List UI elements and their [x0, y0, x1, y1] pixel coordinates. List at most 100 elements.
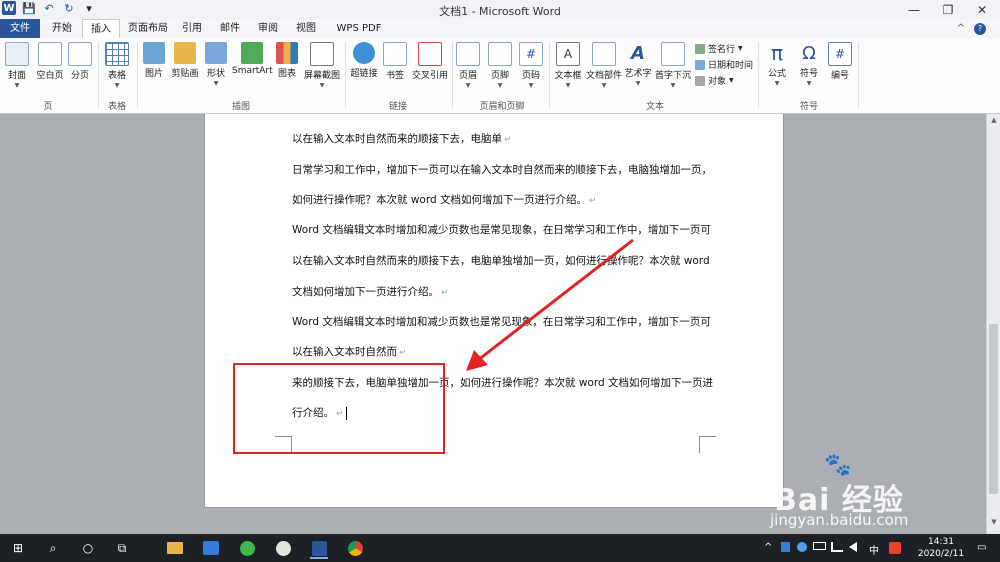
document-line[interactable]: 如何进行操作呢？本次就 word 文档如何增加下一页进行介绍。 ↵	[292, 192, 597, 207]
drop-cap-button[interactable]: 首字下沉 ▼	[654, 42, 692, 89]
document-line[interactable]: 文档如何增加下一页进行介绍。 ↵	[292, 284, 449, 299]
volume-shape	[849, 542, 857, 552]
document-line[interactable]: 日常学习和工作中，增加下一页可以在输入文本时自然而来的顺接下去，电脑独增加一页，	[292, 162, 712, 177]
chart-button[interactable]: 图表	[276, 42, 298, 79]
date-time-button[interactable]: 日期和时间	[695, 58, 753, 71]
file-explorer-icon[interactable]	[166, 539, 184, 557]
help-icon[interactable]: ?	[972, 19, 988, 38]
dropdown-arrow-icon: ▼	[528, 82, 534, 89]
picture-button[interactable]: 图片	[142, 42, 166, 79]
page-number-button[interactable]: # 页码 ▼	[519, 42, 543, 89]
dropdown-arrow-icon: ▼	[213, 80, 219, 87]
smartart-button[interactable]: SmartArt	[232, 42, 273, 76]
network-icon[interactable]	[831, 542, 843, 555]
tab-wps-pdf[interactable]: WPS PDF	[330, 19, 388, 38]
folder-shape	[167, 542, 183, 554]
battery-icon[interactable]	[813, 542, 826, 553]
shapes-label: 形状	[206, 69, 225, 79]
picture-label: 图片	[144, 69, 163, 79]
tab-home[interactable]: 开始	[44, 19, 80, 38]
tab-page-layout[interactable]: 页面布局	[124, 19, 172, 38]
quick-parts-button[interactable]: 文档部件 ▼	[585, 42, 623, 89]
line-text: 以在输入文本时自然而	[292, 346, 397, 358]
minimize-button[interactable]: —	[897, 0, 931, 19]
table-icon	[105, 42, 129, 66]
document-line[interactable]: Word 文档编辑文本时增加和减少页数也是常见现象，在日常学习和工作中，增加下一…	[292, 222, 711, 237]
clip-art-button[interactable]: 剪贴画	[170, 42, 200, 79]
search-icon[interactable]: ⌕	[44, 539, 62, 557]
clip-art-icon	[174, 42, 196, 64]
hyperlink-button[interactable]: 超链接	[349, 42, 379, 79]
wechat-icon[interactable]	[274, 539, 292, 557]
clock[interactable]: 14:31 2020/2/11	[916, 536, 966, 560]
task-view-icon[interactable]: ⧉	[113, 539, 131, 557]
dropdown-arrow-icon: ▼	[565, 82, 571, 89]
highlight-box	[233, 363, 445, 454]
clock-time: 14:31	[928, 537, 954, 547]
shapes-button[interactable]: 形状 ▼	[204, 42, 228, 87]
cover-label: 封面	[7, 71, 26, 81]
clip-art-label: 剪贴画	[171, 69, 199, 79]
footer-icon	[488, 42, 512, 66]
tray-expand-icon[interactable]: ^	[764, 542, 772, 553]
tab-references[interactable]: 引用	[176, 19, 208, 38]
taskbar: ⊞ ⌕ ○ ⧉ ^ 中 14:31 2020/2/11 ▭	[0, 534, 1000, 562]
number-button[interactable]: # 编号	[826, 42, 854, 81]
shapes-icon	[205, 42, 227, 64]
cover-button[interactable]: 封面 ▼	[4, 42, 30, 89]
close-button[interactable]: ✕	[965, 0, 999, 19]
document-line[interactable]: 以在输入文本时自然而来的顺接下去，电脑单 ↵	[292, 131, 512, 146]
date-time-icon	[695, 59, 705, 70]
page-break-button[interactable]: 分页	[68, 42, 92, 81]
group-separator	[758, 42, 759, 108]
footer-button[interactable]: 页脚 ▼	[488, 42, 512, 89]
tab-file[interactable]: 文件	[0, 19, 40, 38]
volume-icon[interactable]	[849, 542, 857, 555]
group-separator	[345, 42, 346, 108]
tab-insert[interactable]: 插入	[82, 19, 120, 39]
browser-360-icon[interactable]	[238, 539, 256, 557]
tab-mailings[interactable]: 邮件	[214, 19, 246, 38]
header-button[interactable]: 页眉 ▼	[456, 42, 480, 89]
security-shield-icon[interactable]	[781, 542, 790, 555]
restore-button[interactable]: ❐	[931, 0, 965, 19]
screenshot-button[interactable]: 屏幕截图 ▼	[302, 42, 342, 89]
table-button[interactable]: 表格 ▼	[104, 42, 130, 89]
signature-line-button[interactable]: 签名行 ▼	[695, 42, 743, 55]
symbol-button[interactable]: Ω 符号 ▼	[794, 42, 824, 88]
group-label-illustrations: 插图	[231, 102, 250, 112]
screenshot-label: 屏幕截图	[303, 71, 340, 81]
object-button[interactable]: 对象 ▼	[695, 74, 734, 87]
tab-review[interactable]: 审阅	[252, 19, 284, 38]
tab-view[interactable]: 视图	[290, 19, 322, 38]
collapse-ribbon-icon[interactable]: ^	[955, 19, 967, 38]
dropdown-arrow-icon: ▼	[729, 77, 734, 84]
blank-page-button[interactable]: 空白页	[34, 42, 66, 81]
symbol-icon: Ω	[802, 42, 816, 64]
vertical-scrollbar[interactable]: ▲ ▼	[986, 114, 1000, 534]
cross-reference-button[interactable]: 交叉引用	[410, 42, 450, 81]
document-line[interactable]: 以在输入文本时自然而 ↵	[292, 344, 407, 359]
scroll-up-icon[interactable]: ▲	[988, 116, 1000, 126]
bookmark-button[interactable]: 书签	[383, 42, 407, 81]
wordart-button[interactable]: A 艺术字 ▼	[624, 42, 652, 88]
scrollbar-thumb[interactable]	[989, 324, 998, 494]
notifications-icon[interactable]: ▭	[977, 542, 986, 553]
scroll-down-icon[interactable]: ▼	[988, 518, 1000, 528]
group-separator	[549, 42, 550, 108]
signature-line-icon	[695, 43, 705, 54]
sogou-input-icon[interactable]	[889, 542, 901, 557]
start-icon[interactable]: ⊞	[9, 539, 27, 557]
word-taskbar-icon[interactable]	[310, 539, 328, 559]
signature-line-label: 签名行	[708, 45, 736, 55]
tray-app-icon[interactable]	[797, 542, 807, 555]
document-line[interactable]: Word 文档编辑文本时增加和减少页数也是常见现象，在日常学习和工作中，增加下一…	[292, 314, 711, 329]
ime-indicator[interactable]: 中	[869, 542, 879, 557]
text-box-button[interactable]: A 文本框 ▼	[553, 42, 583, 89]
number-icon: #	[828, 42, 852, 66]
wps-writer-icon[interactable]	[202, 539, 220, 557]
cortana-icon[interactable]: ○	[79, 539, 97, 557]
chrome-icon[interactable]	[346, 539, 364, 557]
document-line[interactable]: 以在输入文本时自然而来的顺接下去，电脑单独增加一页，如何进行操作呢？本次就 wo…	[292, 253, 710, 268]
equation-button[interactable]: π 公式 ▼	[762, 41, 792, 87]
